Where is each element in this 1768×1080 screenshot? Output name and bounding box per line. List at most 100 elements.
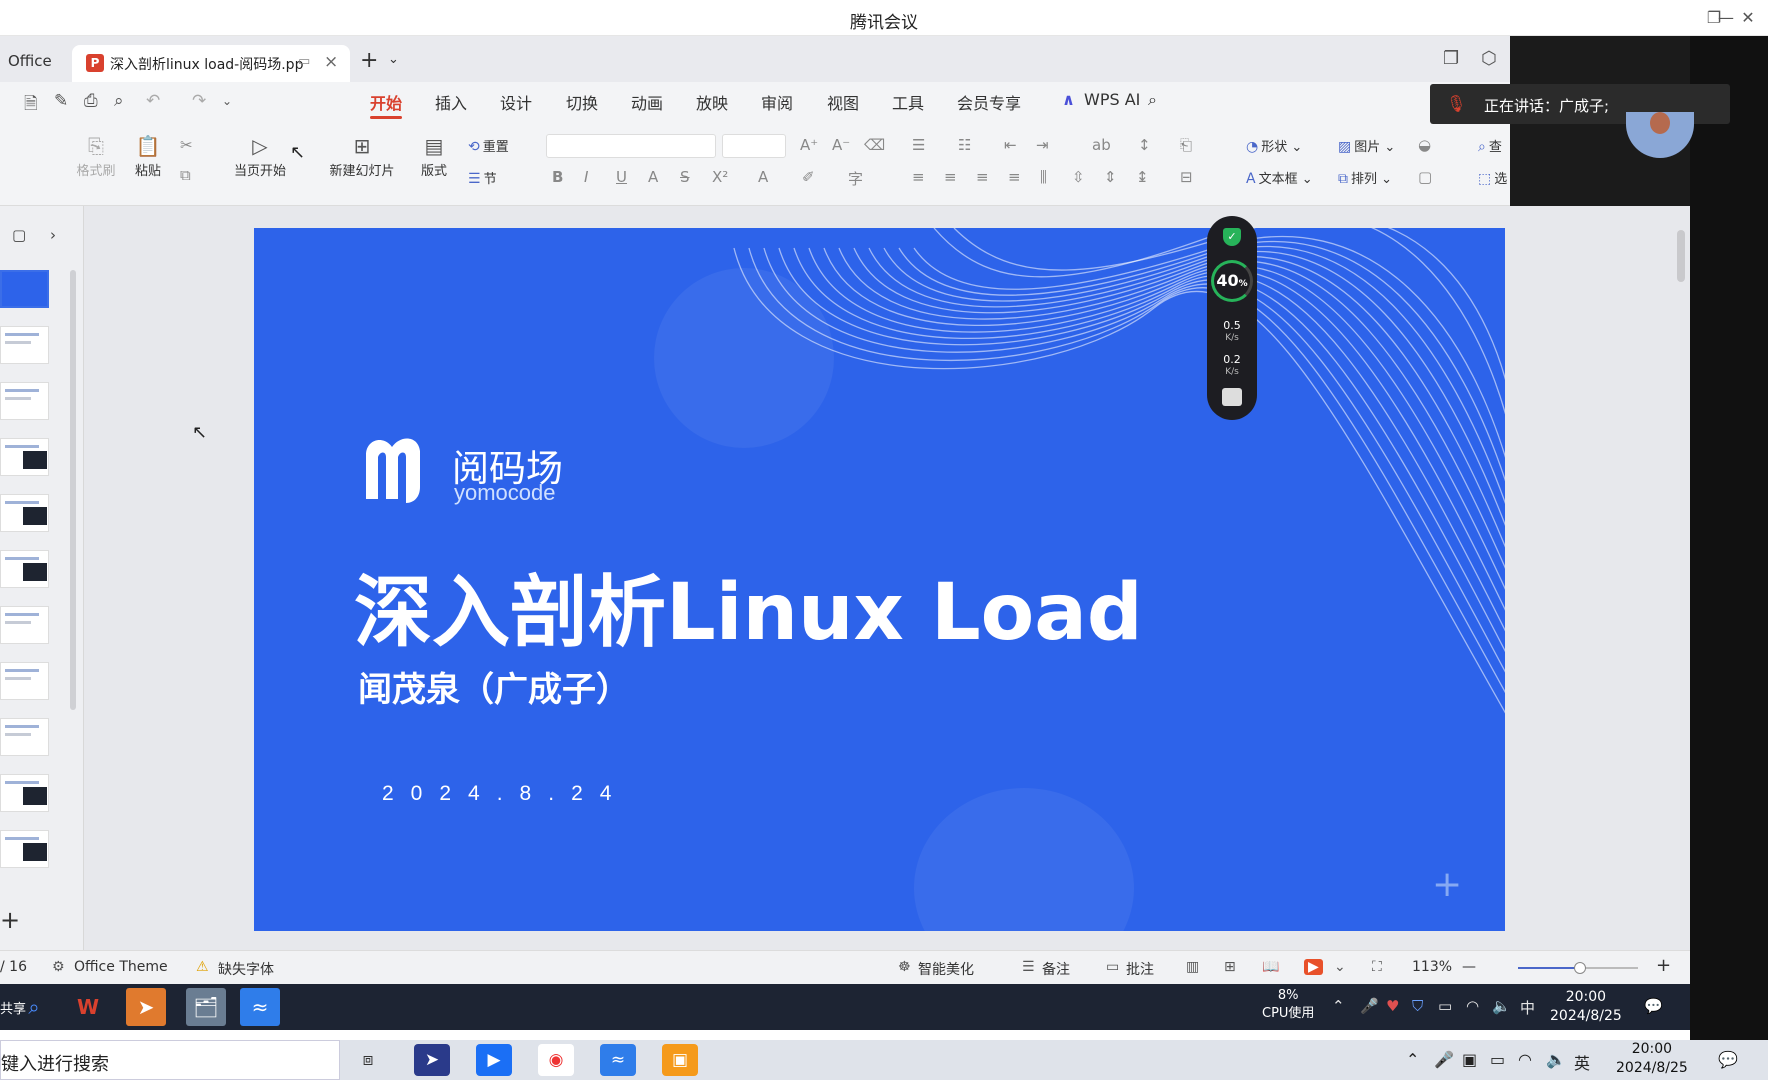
- shrink-font-icon[interactable]: A⁻: [832, 136, 850, 154]
- feishu-app-icon[interactable]: ➤: [414, 1044, 450, 1076]
- spacing-options-icon[interactable]: ↨: [1136, 168, 1149, 186]
- slide-thumbnail[interactable]: [0, 494, 49, 532]
- paragraph-spacing-icon[interactable]: ⇕: [1104, 168, 1117, 186]
- textbox-button[interactable]: A 文本框 ⌄: [1246, 168, 1313, 187]
- slide-subtitle[interactable]: 闻茂泉（广成子）: [358, 662, 630, 711]
- close-button[interactable]: ✕: [1734, 6, 1762, 30]
- close-tab-icon[interactable]: ×: [324, 52, 338, 72]
- text-box-align-icon[interactable]: ⊟: [1180, 168, 1193, 186]
- font-color-icon[interactable]: A: [758, 168, 768, 186]
- battery-icon[interactable]: ▭: [1490, 1050, 1505, 1069]
- slide-thumbnail[interactable]: [0, 830, 49, 868]
- slide-thumbnail[interactable]: [0, 382, 49, 420]
- find-button[interactable]: ⌕ 查: [1478, 136, 1502, 155]
- minimize-icon[interactable]: [1672, 6, 1700, 30]
- meeting-app-icon[interactable]: ≈: [600, 1044, 636, 1076]
- print-icon[interactable]: ⎙: [84, 91, 98, 111]
- slide-thumbnail[interactable]: [0, 662, 49, 700]
- play-from-current-button[interactable]: ▷ 当页开始: [224, 132, 296, 179]
- missing-font-button[interactable]: 缺失字体: [218, 959, 274, 979]
- volume-icon[interactable]: 🔈: [1492, 997, 1511, 1015]
- layout-button[interactable]: ▤ 版式: [412, 132, 456, 179]
- text-shadow-icon[interactable]: A: [648, 168, 658, 186]
- video-meeting-app-icon[interactable]: ▶: [476, 1044, 512, 1076]
- menu-transition[interactable]: 切换: [566, 90, 598, 114]
- current-slide[interactable]: 阅码场 yomocode 深入剖析Linux Load 闻茂泉（广成子） 202…: [254, 228, 1505, 931]
- feishu-app-icon[interactable]: ➤: [126, 988, 166, 1026]
- antivirus-icon[interactable]: ♥: [1386, 997, 1399, 1015]
- wps-app-icon[interactable]: ▣: [662, 1044, 698, 1076]
- restore-button[interactable]: ❐: [1700, 6, 1728, 30]
- tab-list-chevron-icon[interactable]: ⌄: [388, 52, 399, 67]
- normal-view-icon[interactable]: ▥: [1186, 959, 1199, 975]
- file-explorer-icon[interactable]: 🗂: [186, 988, 226, 1026]
- new-slide-button[interactable]: ⊞ 新建幻灯片: [320, 132, 404, 179]
- columns-icon[interactable]: ⫼: [1040, 168, 1047, 186]
- chrome-app-icon[interactable]: ◉: [538, 1044, 574, 1076]
- microphone-icon[interactable]: 🎤: [1360, 997, 1379, 1015]
- quick-access-more-icon[interactable]: ⌄: [222, 94, 232, 108]
- save-icon[interactable]: 🗎: [24, 91, 38, 120]
- zoom-level[interactable]: 113%: [1412, 959, 1452, 975]
- security-shield-icon[interactable]: ⛉: [1412, 997, 1423, 1015]
- paste-button[interactable]: 📋 粘贴: [126, 132, 170, 179]
- slide-thumbnail[interactable]: [0, 326, 49, 364]
- font-size-select[interactable]: [722, 134, 786, 158]
- slide-title[interactable]: 深入剖析Linux Load: [354, 550, 1143, 662]
- increase-indent-icon[interactable]: ⇥: [1036, 136, 1049, 154]
- zoom-slider-knob[interactable]: [1574, 962, 1587, 974]
- slide-thumbnail[interactable]: [0, 606, 49, 644]
- menu-tools[interactable]: 工具: [892, 90, 924, 114]
- align-right-icon[interactable]: ≡: [976, 168, 989, 186]
- print-preview-icon[interactable]: ⌕: [114, 91, 124, 111]
- justify-icon[interactable]: ≡: [1008, 168, 1021, 186]
- menu-wps-ai[interactable]: WPS AI: [1084, 90, 1140, 109]
- menu-slideshow[interactable]: 放映: [696, 90, 728, 114]
- font-family-select[interactable]: [546, 134, 716, 158]
- notification-icon[interactable]: 💬: [1644, 997, 1663, 1015]
- underline-icon[interactable]: U: [616, 168, 627, 186]
- grow-font-icon[interactable]: A⁺: [800, 136, 818, 154]
- redo-icon[interactable]: ↷: [192, 91, 206, 111]
- strikethrough-icon[interactable]: S: [680, 168, 690, 186]
- picture-button[interactable]: ▨ 图片 ⌄: [1338, 136, 1395, 155]
- menu-animation[interactable]: 动画: [631, 90, 663, 114]
- fit-to-window-icon[interactable]: ⛶: [1372, 959, 1382, 975]
- display-icon[interactable]: ▣: [1462, 1050, 1477, 1069]
- ime-indicator[interactable]: 英: [1574, 1050, 1590, 1074]
- search-icon[interactable]: ⌕: [1148, 90, 1157, 110]
- bullet-list-icon[interactable]: ☰: [912, 136, 925, 154]
- wps-app-icon[interactable]: W: [68, 988, 108, 1026]
- wifi-icon[interactable]: ◠: [1518, 1050, 1532, 1069]
- sort-icon[interactable]: ↕: [1138, 136, 1151, 154]
- reading-view-icon[interactable]: 📖: [1262, 959, 1279, 975]
- thumbnail-scrollbar[interactable]: [70, 270, 76, 710]
- battery-icon[interactable]: ▭: [1438, 997, 1452, 1015]
- slide-thumbnail[interactable]: [0, 550, 49, 588]
- numbered-list-icon[interactable]: ☷: [958, 136, 971, 154]
- reset-button[interactable]: ⟲ 重置: [468, 136, 509, 155]
- line-spacing-icon[interactable]: ⇳: [1072, 168, 1085, 186]
- undo-icon[interactable]: ↶: [146, 91, 160, 111]
- tray-expand-icon[interactable]: ⌃: [1332, 997, 1345, 1015]
- vertical-scrollbar[interactable]: [1676, 210, 1686, 950]
- phonetic-icon[interactable]: 字: [848, 168, 863, 189]
- slide-date[interactable]: 2024.8.24: [382, 782, 628, 806]
- decrease-indent-icon[interactable]: ⇤: [1004, 136, 1017, 154]
- slide-thumbnail[interactable]: [0, 774, 49, 812]
- italic-icon[interactable]: I: [584, 168, 588, 186]
- smart-beautify-button[interactable]: 智能美化: [918, 959, 974, 979]
- superscript-icon[interactable]: X²: [712, 168, 728, 186]
- menu-design[interactable]: 设计: [500, 90, 532, 114]
- ime-indicator[interactable]: 中: [1520, 997, 1535, 1018]
- taskbar-search-box[interactable]: 键入进行搜索: [0, 1040, 340, 1080]
- zoom-out-icon[interactable]: —: [1462, 959, 1476, 975]
- theme-name[interactable]: Office Theme: [74, 959, 168, 975]
- slide-thumbnail[interactable]: [0, 438, 49, 476]
- clear-format-icon[interactable]: ⌫: [864, 136, 885, 154]
- vertical-scrollbar-thumb[interactable]: [1677, 230, 1685, 282]
- copy-icon[interactable]: ⧉: [180, 166, 191, 184]
- menu-review[interactable]: 审阅: [761, 90, 793, 114]
- task-view-icon[interactable]: ⧈: [350, 1044, 386, 1076]
- bold-icon[interactable]: B: [552, 168, 563, 186]
